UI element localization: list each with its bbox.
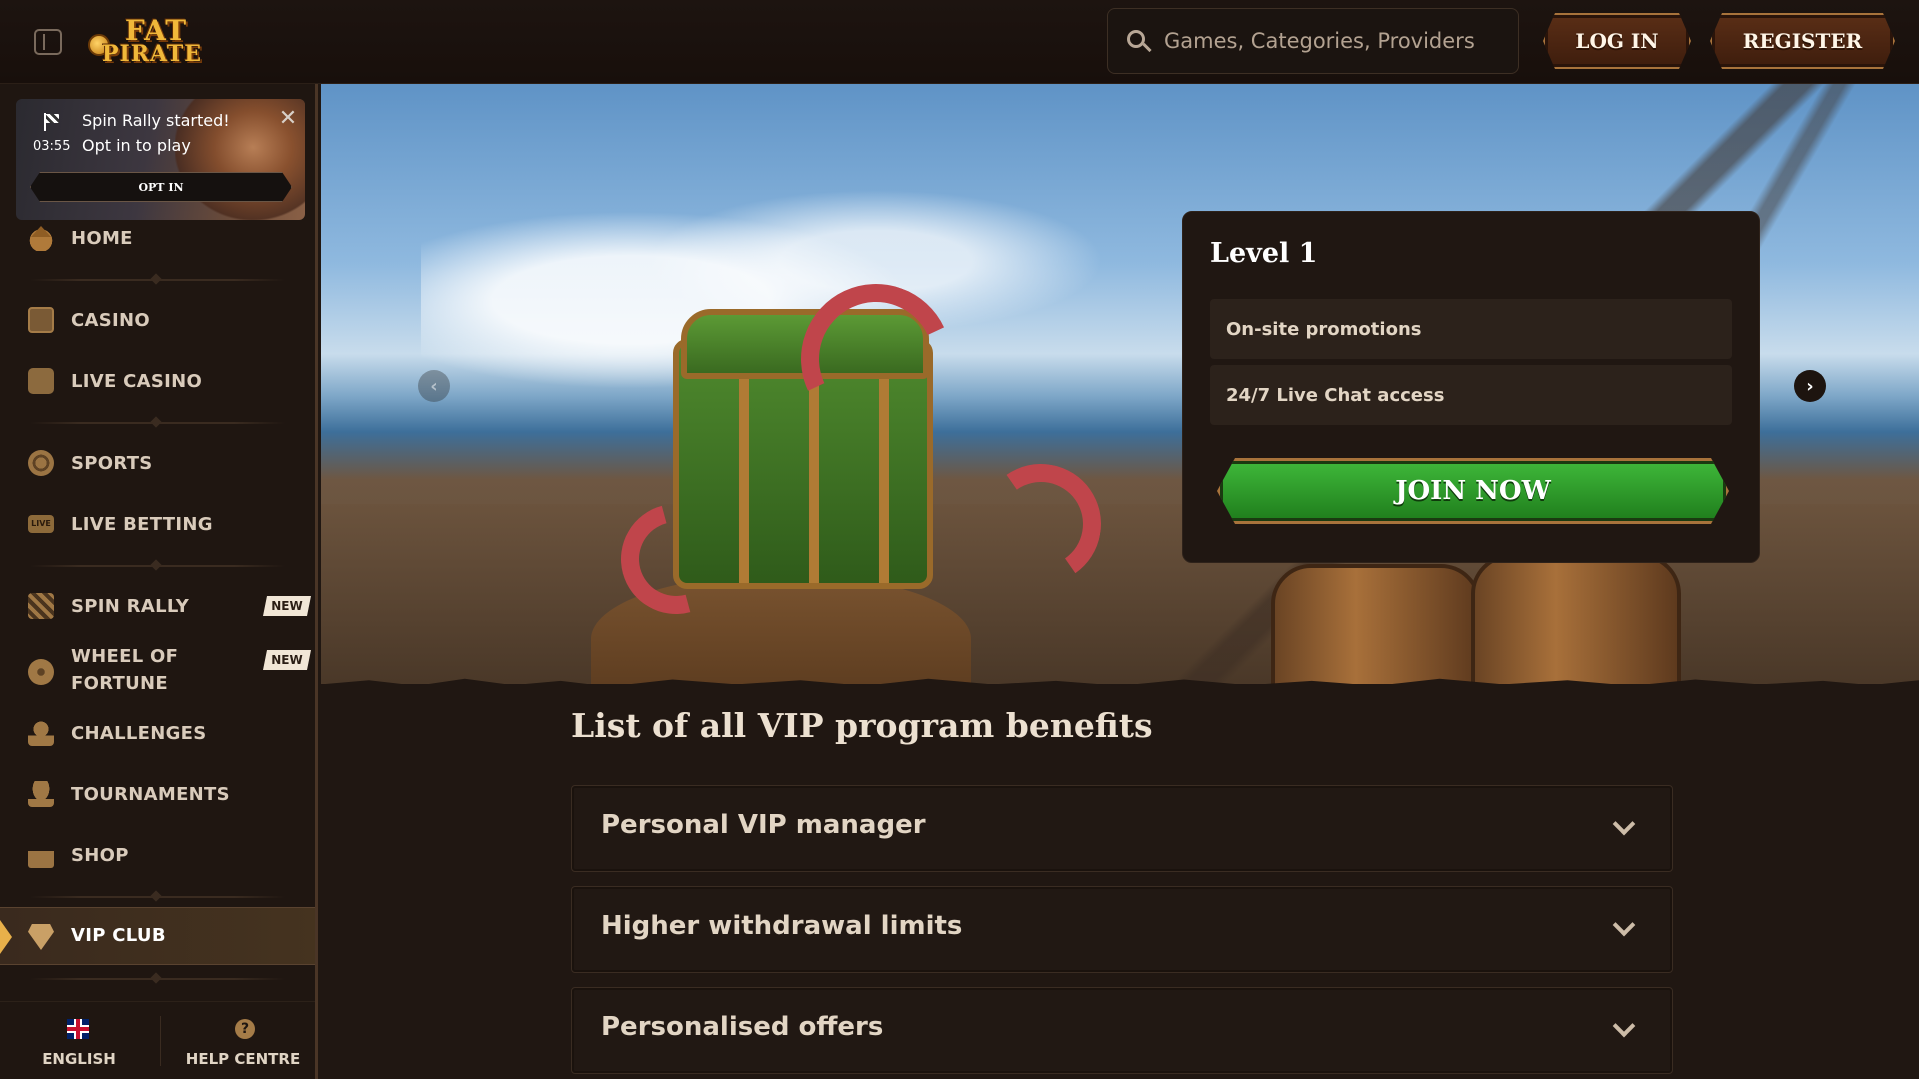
login-button[interactable]: LOG IN <box>1543 13 1691 69</box>
level-title: Level 1 <box>1210 238 1318 269</box>
soccer-ball-icon <box>28 450 54 476</box>
promo-timer: 03:55 <box>33 139 71 154</box>
sidebar-item-label: LIVE CASINO <box>71 370 203 392</box>
divider <box>160 1016 161 1066</box>
carousel-prev-button[interactable]: ‹ <box>418 370 450 402</box>
sidebar-item-label: SPIN RALLY <box>71 595 190 617</box>
help-centre-button[interactable]: ? HELP CENTRE <box>168 1002 318 1079</box>
trophy-icon <box>28 781 54 807</box>
divider <box>30 279 285 281</box>
live-casino-icon <box>28 368 54 394</box>
sidebar: 03:55 Spin Rally started! Opt in to play… <box>0 84 318 1079</box>
join-now-button[interactable]: JOIN NOW <box>1217 458 1729 524</box>
accordion-item[interactable]: Personalised offers <box>571 987 1673 1074</box>
level-benefit: 24/7 Live Chat access <box>1210 365 1732 425</box>
new-badge: NEW <box>263 596 311 616</box>
home-icon <box>28 225 54 251</box>
live-betting-icon: LIVE <box>28 515 54 533</box>
chevron-down-icon <box>1612 1014 1636 1038</box>
medal-icon <box>28 720 54 746</box>
sidebar-item-label-line1: WHEEL OF <box>71 646 179 667</box>
level-card: Level 1 On-site promotions 24/7 Live Cha… <box>1182 211 1760 563</box>
sidebar-toggle-icon[interactable] <box>34 29 62 55</box>
promo-title: Spin Rally started! <box>82 111 230 130</box>
sidebar-footer: ENGLISH ? HELP CENTRE <box>0 1001 315 1079</box>
search-input[interactable] <box>1164 25 1504 57</box>
sidebar-item-tournaments[interactable]: TOURNAMENTS <box>0 772 315 816</box>
sidebar-item-label: VIP CLUB <box>71 925 166 946</box>
opt-in-button[interactable]: OPT IN <box>30 172 292 202</box>
sidebar-item-challenges[interactable]: CHALLENGES <box>0 711 315 755</box>
search-bar[interactable] <box>1107 8 1519 74</box>
sidebar-item-wheel-of-fortune[interactable]: WHEEL OF FORTUNE NEW <box>0 642 315 702</box>
sidebar-item-home[interactable]: HOME <box>0 216 315 260</box>
divider <box>30 422 285 424</box>
shopping-bag-icon <box>28 842 54 868</box>
section-title: List of all VIP program benefits <box>571 706 1153 745</box>
divider <box>30 896 285 898</box>
logo[interactable]: FAT PIRATE <box>86 14 202 70</box>
accordion-item[interactable]: Personal VIP manager <box>571 785 1673 872</box>
carousel-next-button[interactable]: › <box>1794 370 1826 402</box>
sidebar-item-label: LIVE BETTING <box>71 513 213 535</box>
help-centre-label: HELP CENTRE <box>185 1050 301 1068</box>
divider <box>30 978 285 980</box>
spin-rally-promo[interactable]: 03:55 Spin Rally started! Opt in to play… <box>16 99 305 220</box>
sidebar-item-casino[interactable]: CASINO <box>0 298 315 342</box>
diamond-icon <box>28 924 54 950</box>
sidebar-item-live-casino[interactable]: LIVE CASINO <box>0 359 315 403</box>
divider <box>30 565 285 567</box>
chevron-down-icon <box>1612 812 1636 836</box>
barrel-image <box>1471 554 1681 684</box>
sidebar-item-label: TOURNAMENTS <box>71 783 230 805</box>
sidebar-item-label: SHOP <box>71 844 129 866</box>
level-benefit: On-site promotions <box>1210 299 1732 359</box>
sidebar-item-shop[interactable]: SHOP <box>0 833 315 877</box>
language-button[interactable]: ENGLISH <box>4 1002 154 1079</box>
sidebar-item-label: CHALLENGES <box>71 722 207 744</box>
accordion-item[interactable]: Higher withdrawal limits <box>571 886 1673 973</box>
sidebar-item-vip-club[interactable]: VIP CLUB <box>0 907 315 965</box>
help-icon: ? <box>235 1019 255 1039</box>
close-icon[interactable]: ✕ <box>278 108 298 130</box>
accordion-label: Personalised offers <box>601 1012 884 1042</box>
sidebar-item-label-line2: FORTUNE <box>71 673 169 694</box>
casino-icon <box>28 307 54 333</box>
logo-text-pirate: PIRATE <box>101 41 203 67</box>
barrel-image <box>1271 564 1481 684</box>
sidebar-item-sports[interactable]: SPORTS <box>0 441 315 485</box>
accordion-label: Higher withdrawal limits <box>601 911 963 941</box>
uk-flag-icon <box>67 1019 89 1039</box>
checkered-flag-icon <box>42 113 60 131</box>
sidebar-item-live-betting[interactable]: LIVE LIVE BETTING <box>0 502 315 546</box>
top-header: FAT PIRATE LOG IN REGISTER <box>0 0 1919 84</box>
language-label: ENGLISH <box>42 1050 116 1068</box>
wheel-icon <box>28 659 54 685</box>
chevron-down-icon <box>1612 913 1636 937</box>
new-badge: NEW <box>263 650 311 670</box>
promo-subtitle: Opt in to play <box>82 136 191 155</box>
sidebar-item-label: HOME <box>71 227 133 249</box>
sidebar-item-spin-rally[interactable]: SPIN RALLY NEW <box>0 584 315 628</box>
checkered-flag-icon <box>28 593 54 619</box>
sidebar-item-label: SPORTS <box>71 452 153 474</box>
sidebar-item-label: CASINO <box>71 309 150 331</box>
search-icon <box>1126 29 1152 55</box>
accordion-label: Personal VIP manager <box>601 810 926 840</box>
register-button[interactable]: REGISTER <box>1710 13 1895 69</box>
